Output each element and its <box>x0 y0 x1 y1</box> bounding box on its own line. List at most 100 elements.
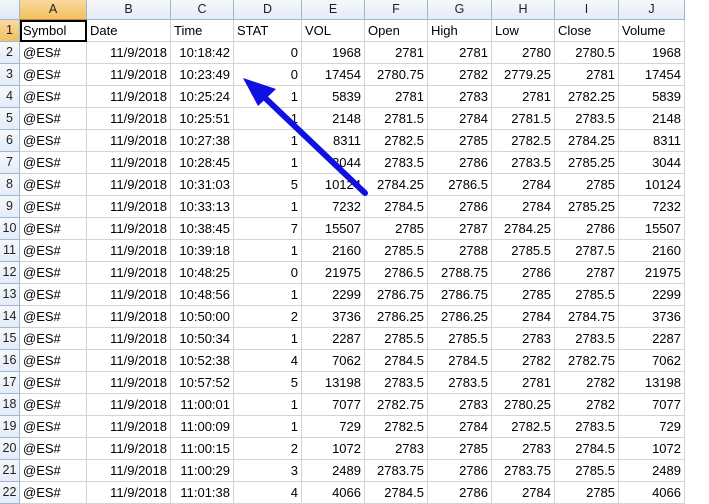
cell-b21[interactable]: 11/9/2018 <box>87 460 171 482</box>
cell-j6[interactable]: 8311 <box>619 130 685 152</box>
cell-c19[interactable]: 11:00:09 <box>171 416 234 438</box>
cell-e11[interactable]: 2160 <box>302 240 365 262</box>
cell-h10[interactable]: 2784.25 <box>492 218 555 240</box>
cell-f8[interactable]: 2784.25 <box>365 174 428 196</box>
cell-f4[interactable]: 2781 <box>365 86 428 108</box>
cell-c11[interactable]: 10:39:18 <box>171 240 234 262</box>
cell-i7[interactable]: 2785.25 <box>555 152 619 174</box>
cell-g14[interactable]: 2786.25 <box>428 306 492 328</box>
row-header-16[interactable]: 16 <box>0 350 20 372</box>
cell-d9[interactable]: 1 <box>234 196 302 218</box>
row-header-19[interactable]: 19 <box>0 416 20 438</box>
row-header-10[interactable]: 10 <box>0 218 20 240</box>
cell-i13[interactable]: 2785.5 <box>555 284 619 306</box>
cell-j20[interactable]: 1072 <box>619 438 685 460</box>
cell-b13[interactable]: 11/9/2018 <box>87 284 171 306</box>
cell-i10[interactable]: 2786 <box>555 218 619 240</box>
cell-j18[interactable]: 7077 <box>619 394 685 416</box>
cell-c8[interactable]: 10:31:03 <box>171 174 234 196</box>
cell-g15[interactable]: 2785.5 <box>428 328 492 350</box>
cell-a6[interactable]: @ES# <box>20 130 87 152</box>
cell-d21[interactable]: 3 <box>234 460 302 482</box>
cell-g18[interactable]: 2783 <box>428 394 492 416</box>
cell-j11[interactable]: 2160 <box>619 240 685 262</box>
cell-a15[interactable]: @ES# <box>20 328 87 350</box>
cell-a5[interactable]: @ES# <box>20 108 87 130</box>
row-header-4[interactable]: 4 <box>0 86 20 108</box>
cell-b4[interactable]: 11/9/2018 <box>87 86 171 108</box>
cell-a17[interactable]: @ES# <box>20 372 87 394</box>
cell-f19[interactable]: 2782.5 <box>365 416 428 438</box>
cell-h8[interactable]: 2784 <box>492 174 555 196</box>
cell-d8[interactable]: 5 <box>234 174 302 196</box>
cell-c18[interactable]: 11:00:01 <box>171 394 234 416</box>
row-header-18[interactable]: 18 <box>0 394 20 416</box>
cell-e22[interactable]: 4066 <box>302 482 365 504</box>
row-header-11[interactable]: 11 <box>0 240 20 262</box>
cell-d6[interactable]: 1 <box>234 130 302 152</box>
cell-d16[interactable]: 4 <box>234 350 302 372</box>
cell-e14[interactable]: 3736 <box>302 306 365 328</box>
cell-a13[interactable]: @ES# <box>20 284 87 306</box>
cell-e8[interactable]: 10124 <box>302 174 365 196</box>
cell-b12[interactable]: 11/9/2018 <box>87 262 171 284</box>
row-header-14[interactable]: 14 <box>0 306 20 328</box>
column-header-e[interactable]: E <box>302 0 365 20</box>
cell-b7[interactable]: 11/9/2018 <box>87 152 171 174</box>
cell-b2[interactable]: 11/9/2018 <box>87 42 171 64</box>
cell-a8[interactable]: @ES# <box>20 174 87 196</box>
cell-b22[interactable]: 11/9/2018 <box>87 482 171 504</box>
cell-b17[interactable]: 11/9/2018 <box>87 372 171 394</box>
cell-e9[interactable]: 7232 <box>302 196 365 218</box>
select-all-corner[interactable] <box>0 0 20 20</box>
row-header-17[interactable]: 17 <box>0 372 20 394</box>
cell-e4[interactable]: 5839 <box>302 86 365 108</box>
cell-c3[interactable]: 10:23:49 <box>171 64 234 86</box>
column-header-h[interactable]: H <box>492 0 555 20</box>
cell-d15[interactable]: 1 <box>234 328 302 350</box>
cell-b11[interactable]: 11/9/2018 <box>87 240 171 262</box>
cell-g21[interactable]: 2786 <box>428 460 492 482</box>
cell-d20[interactable]: 2 <box>234 438 302 460</box>
cell-b8[interactable]: 11/9/2018 <box>87 174 171 196</box>
cell-h9[interactable]: 2784 <box>492 196 555 218</box>
cell-h3[interactable]: 2779.25 <box>492 64 555 86</box>
cell-a21[interactable]: @ES# <box>20 460 87 482</box>
cell-c16[interactable]: 10:52:38 <box>171 350 234 372</box>
cell-h13[interactable]: 2785 <box>492 284 555 306</box>
cell-e19[interactable]: 729 <box>302 416 365 438</box>
cell-e7[interactable]: 3044 <box>302 152 365 174</box>
cell-i3[interactable]: 2781 <box>555 64 619 86</box>
cell-a22[interactable]: @ES# <box>20 482 87 504</box>
cell-j7[interactable]: 3044 <box>619 152 685 174</box>
cell-j9[interactable]: 7232 <box>619 196 685 218</box>
cell-h14[interactable]: 2784 <box>492 306 555 328</box>
cell-c12[interactable]: 10:48:25 <box>171 262 234 284</box>
cell-b18[interactable]: 11/9/2018 <box>87 394 171 416</box>
row-header-6[interactable]: 6 <box>0 130 20 152</box>
cell-f6[interactable]: 2782.5 <box>365 130 428 152</box>
row-header-22[interactable]: 22 <box>0 482 20 504</box>
cell-d12[interactable]: 0 <box>234 262 302 284</box>
cell-a1[interactable]: Symbol <box>20 20 87 42</box>
cell-f22[interactable]: 2784.5 <box>365 482 428 504</box>
column-header-f[interactable]: F <box>365 0 428 20</box>
cell-d2[interactable]: 0 <box>234 42 302 64</box>
column-header-g[interactable]: G <box>428 0 492 20</box>
cell-a20[interactable]: @ES# <box>20 438 87 460</box>
cell-h15[interactable]: 2783 <box>492 328 555 350</box>
cell-d7[interactable]: 1 <box>234 152 302 174</box>
column-header-c[interactable]: C <box>171 0 234 20</box>
column-header-a[interactable]: A <box>20 0 87 20</box>
cell-i18[interactable]: 2782 <box>555 394 619 416</box>
cell-g10[interactable]: 2787 <box>428 218 492 240</box>
cell-h19[interactable]: 2782.5 <box>492 416 555 438</box>
cell-a4[interactable]: @ES# <box>20 86 87 108</box>
cell-c6[interactable]: 10:27:38 <box>171 130 234 152</box>
cell-b19[interactable]: 11/9/2018 <box>87 416 171 438</box>
cell-j10[interactable]: 15507 <box>619 218 685 240</box>
cell-h21[interactable]: 2783.75 <box>492 460 555 482</box>
cell-i5[interactable]: 2783.5 <box>555 108 619 130</box>
cell-j2[interactable]: 1968 <box>619 42 685 64</box>
cell-h22[interactable]: 2784 <box>492 482 555 504</box>
